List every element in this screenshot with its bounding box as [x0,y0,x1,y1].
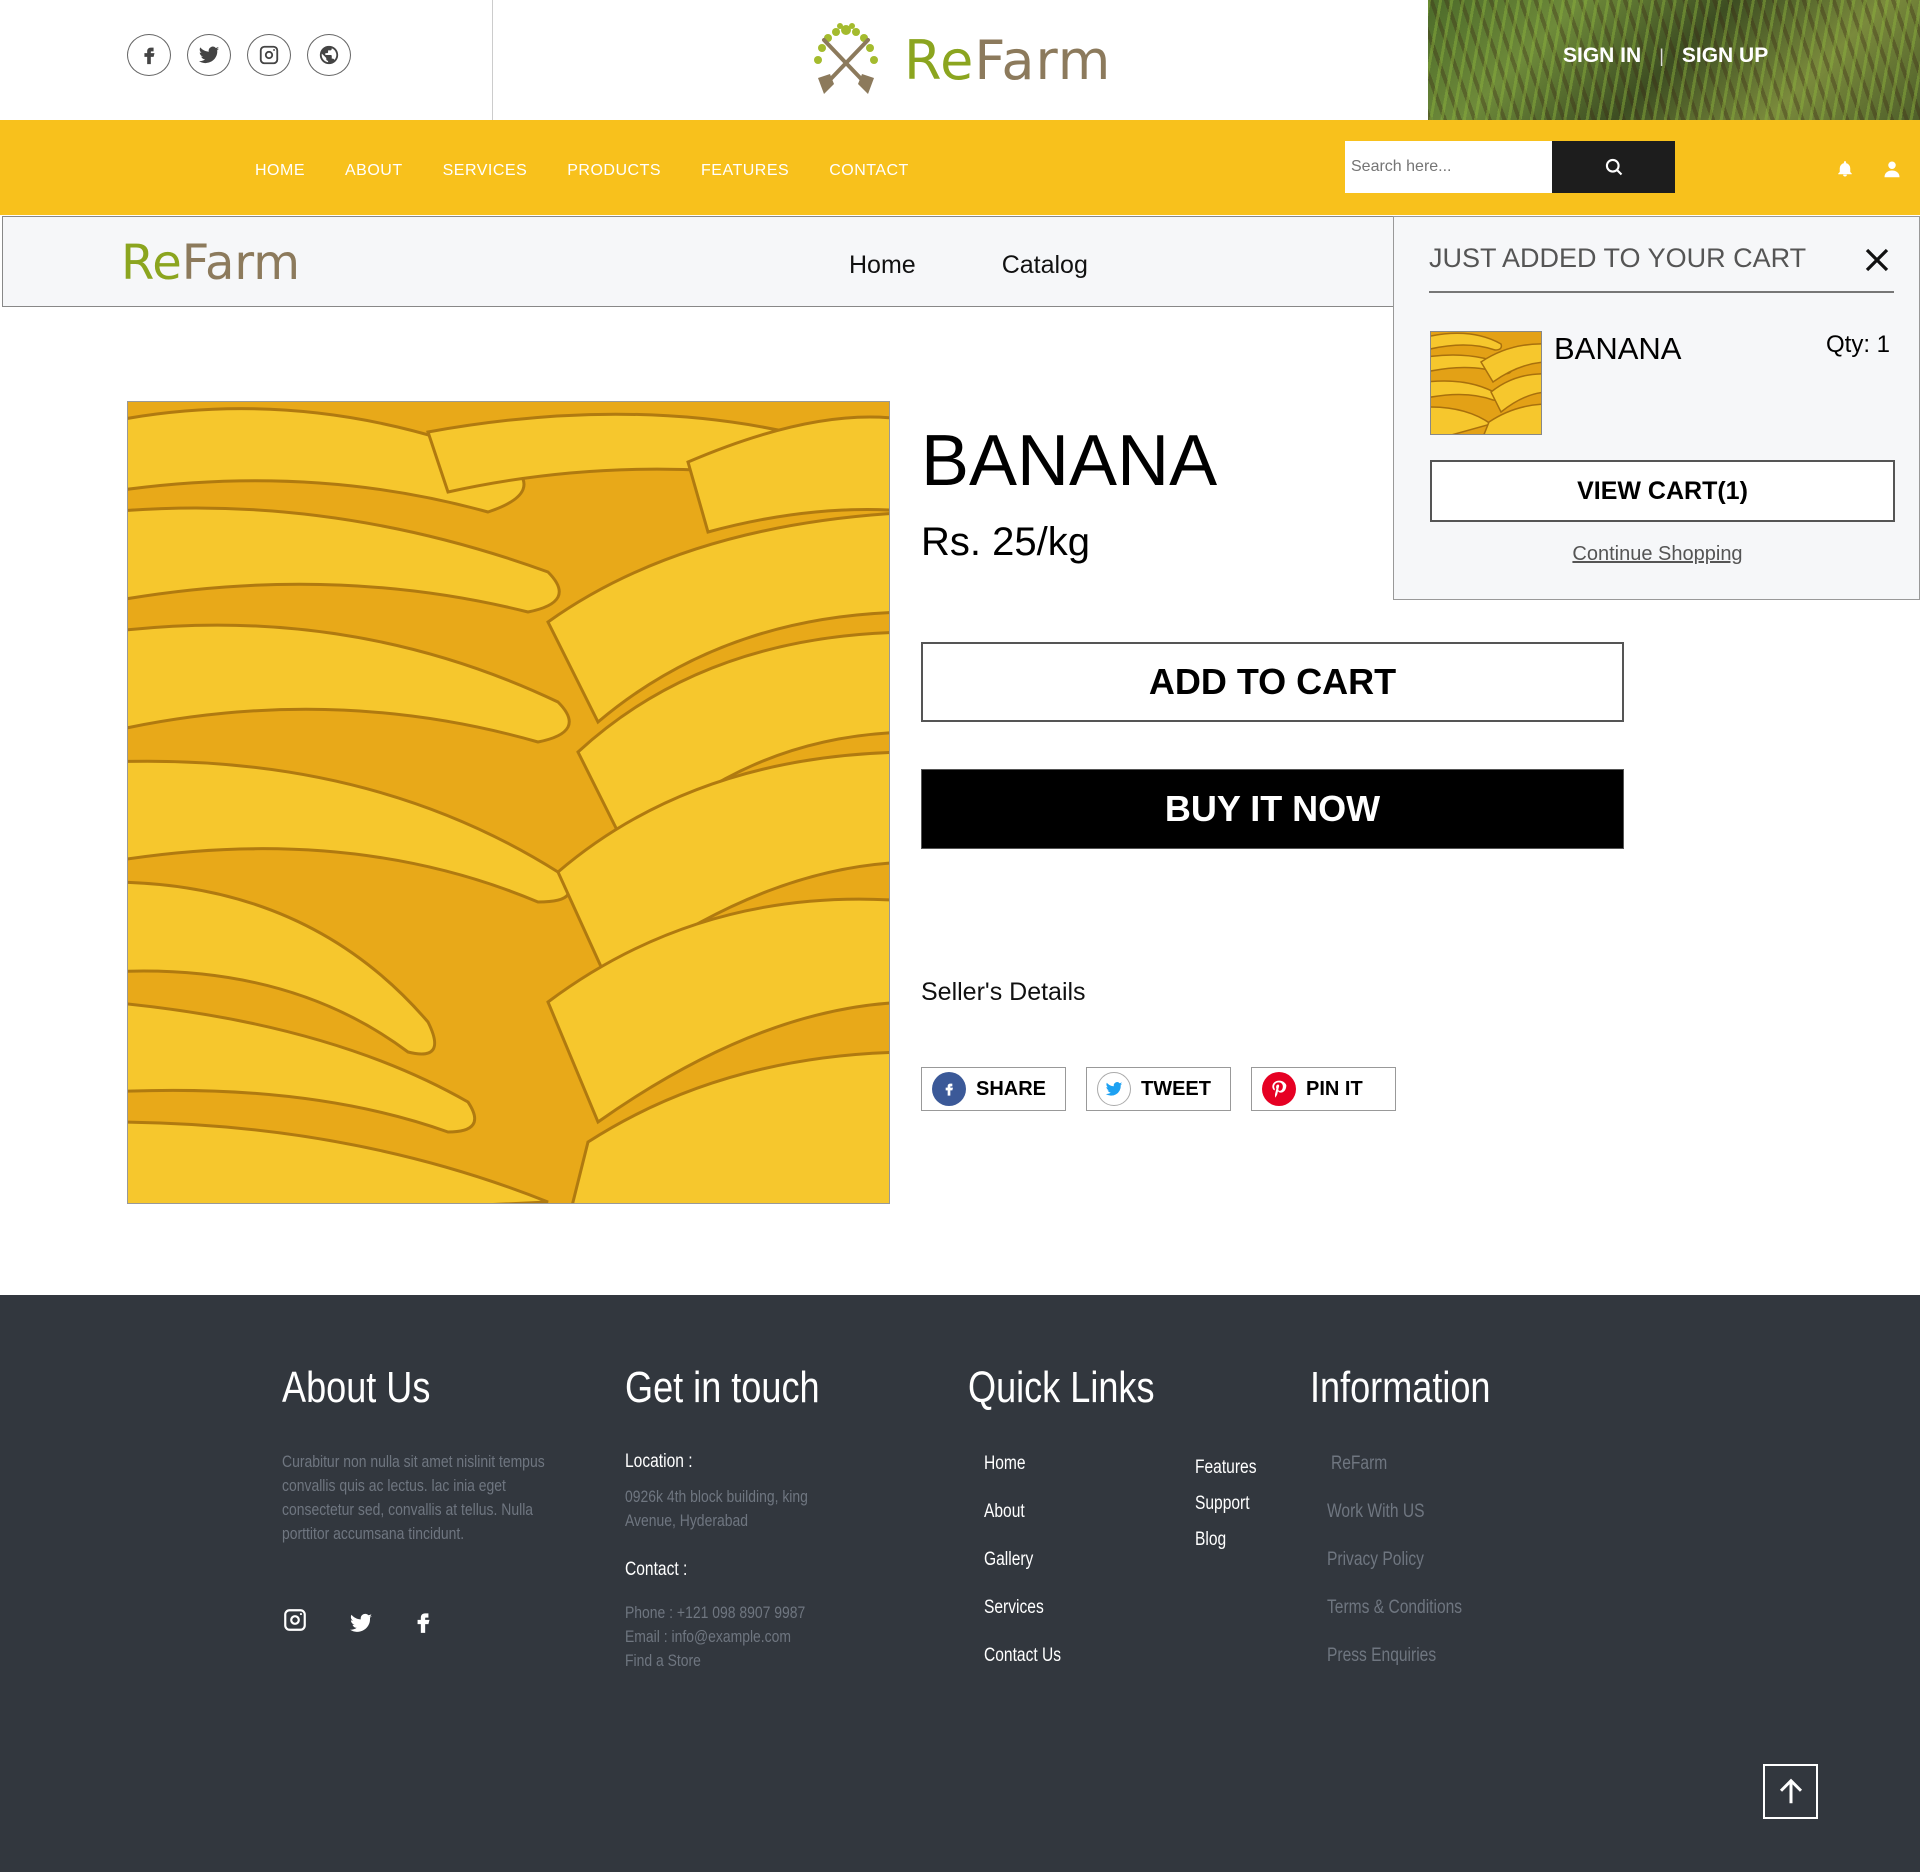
twitter-icon[interactable] [348,1611,374,1635]
sign-in-link[interactable]: SIGN IN [1563,44,1641,68]
footer-find-store[interactable]: Find a Store [625,1649,701,1673]
arrow-up-icon [1779,1778,1802,1803]
quick-link-home[interactable]: Home [984,1452,1026,1476]
info-link-terms[interactable]: Terms & Conditions [1327,1596,1462,1620]
search-input[interactable] [1345,141,1552,193]
close-icon[interactable] [1862,245,1892,275]
instagram-icon[interactable] [247,34,291,76]
seller-details-link[interactable]: Seller's Details [921,978,1086,1007]
search-bar [1345,141,1675,193]
share-twitter-button[interactable]: TWEET [1086,1067,1231,1111]
facebook-icon [932,1072,966,1106]
pinterest-icon [1262,1072,1296,1106]
footer: About Us Curabitur non nulla sit amet ni… [0,1295,1920,1872]
store-logo-re: Re [121,235,182,291]
footer-location: 0926k 4th block building, king Avenue, H… [625,1487,808,1530]
quick-link-gallery[interactable]: Gallery [984,1548,1033,1572]
info-link-work[interactable]: Work With US [1327,1500,1425,1524]
footer-contact-label: Contact : [625,1559,688,1580]
quick-link-about[interactable]: About [984,1500,1025,1524]
nav-home[interactable]: HOME [255,162,305,180]
search-icon [1605,158,1622,176]
product-price: Rs. 25/kg [921,520,1090,564]
quick-link-contact[interactable]: Contact Us [984,1644,1061,1668]
product-image [127,401,890,1204]
auth-separator: | [1659,45,1664,66]
footer-quick-title: Quick Links [968,1363,1155,1412]
info-link-privacy[interactable]: Privacy Policy [1327,1548,1424,1572]
store-link-home[interactable]: Home [849,251,916,280]
bell-icon[interactable] [1836,160,1854,178]
store-links: Home Catalog [849,251,1088,280]
footer-location-label: Location : [625,1451,693,1472]
share-label: SHARE [976,1077,1047,1100]
view-cart-button[interactable]: VIEW CART(1) [1430,460,1895,522]
share-pinterest-button[interactable]: PIN IT [1251,1067,1396,1111]
main-nav-items: HOME ABOUT SERVICES PRODUCTS FEATURES CO… [255,162,949,180]
nav-about[interactable]: ABOUT [345,162,403,180]
store-link-catalog[interactable]: Catalog [1002,251,1088,280]
quick-link-blog[interactable]: Blog [1195,1528,1226,1552]
farm-tools-logo-icon [814,23,878,94]
twitter-icon[interactable] [187,34,231,76]
globe-icon[interactable] [307,34,351,76]
auth-links: SIGN IN | SIGN UP [1563,44,1768,68]
twitter-icon [1097,1072,1131,1106]
banana-image [128,402,889,1203]
instagram-icon[interactable] [282,1607,308,1633]
divider [1429,291,1894,293]
product-title: BANANA [921,421,1218,501]
share-facebook-button[interactable]: SHARE [921,1067,1066,1111]
continue-shopping-link[interactable]: Continue Shopping [1394,543,1920,566]
quick-link-services[interactable]: Services [984,1596,1044,1620]
nav-products[interactable]: PRODUCTS [567,162,661,180]
add-to-cart-button[interactable]: ADD TO CART [921,642,1624,722]
tweet-label: TWEET [1141,1077,1211,1100]
pin-label: PIN IT [1306,1077,1363,1100]
footer-email[interactable]: Email : info@example.com [625,1625,791,1649]
facebook-icon[interactable] [127,34,171,76]
footer-touch-title: Get in touch [625,1363,820,1412]
info-link-press[interactable]: Press Enquiries [1327,1644,1436,1668]
search-button[interactable] [1552,141,1675,193]
footer-info-title: Information [1310,1363,1491,1412]
top-header: ReFarm SIGN IN | SIGN UP [0,0,1920,120]
quick-link-features[interactable]: Features [1195,1456,1256,1480]
logo-text: ReFarm [904,29,1111,92]
auth-banner: SIGN IN | SIGN UP [1428,0,1920,120]
nav-services[interactable]: SERVICES [443,162,528,180]
info-link-refarm[interactable]: ReFarm [1331,1452,1387,1476]
cart-item-thumbnail [1430,331,1542,435]
logo-farm: Farm [974,28,1112,92]
share-buttons: SHARE TWEET PIN IT [921,1067,1396,1111]
cart-popup-heading: JUST ADDED TO YOUR CART [1429,243,1807,273]
scroll-to-top-button[interactable] [1763,1764,1818,1819]
sign-up-link[interactable]: SIGN UP [1682,44,1768,68]
site-logo[interactable]: ReFarm [800,20,1111,100]
cart-item-name: BANANA [1554,331,1682,366]
nav-contact[interactable]: CONTACT [829,162,909,180]
footer-phone: Phone : +121 098 8907 9987 [625,1603,806,1622]
footer-about-text: Curabitur non nulla sit amet nislinit te… [282,1452,545,1543]
social-links [0,0,493,120]
buy-it-now-button[interactable]: BUY IT NOW [921,769,1624,849]
cart-item-qty: Qty: 1 [1826,331,1891,358]
footer-about-title: About Us [282,1363,431,1412]
user-icon[interactable] [1883,160,1901,178]
quick-link-support[interactable]: Support [1195,1492,1250,1516]
logo-re: Re [904,28,975,92]
main-nav: HOME ABOUT SERVICES PRODUCTS FEATURES CO… [0,120,1920,215]
store-logo-farm: Farm [181,235,300,291]
facebook-icon[interactable] [410,1607,436,1637]
page: ReFarm SIGN IN | SIGN UP HOME ABOUT SERV… [0,0,1920,1872]
store-logo[interactable]: ReFarm [121,235,300,291]
cart-popup: JUST ADDED TO YOUR CART BANANA Qty: 1 VI… [1393,216,1920,600]
nav-features[interactable]: FEATURES [701,162,789,180]
